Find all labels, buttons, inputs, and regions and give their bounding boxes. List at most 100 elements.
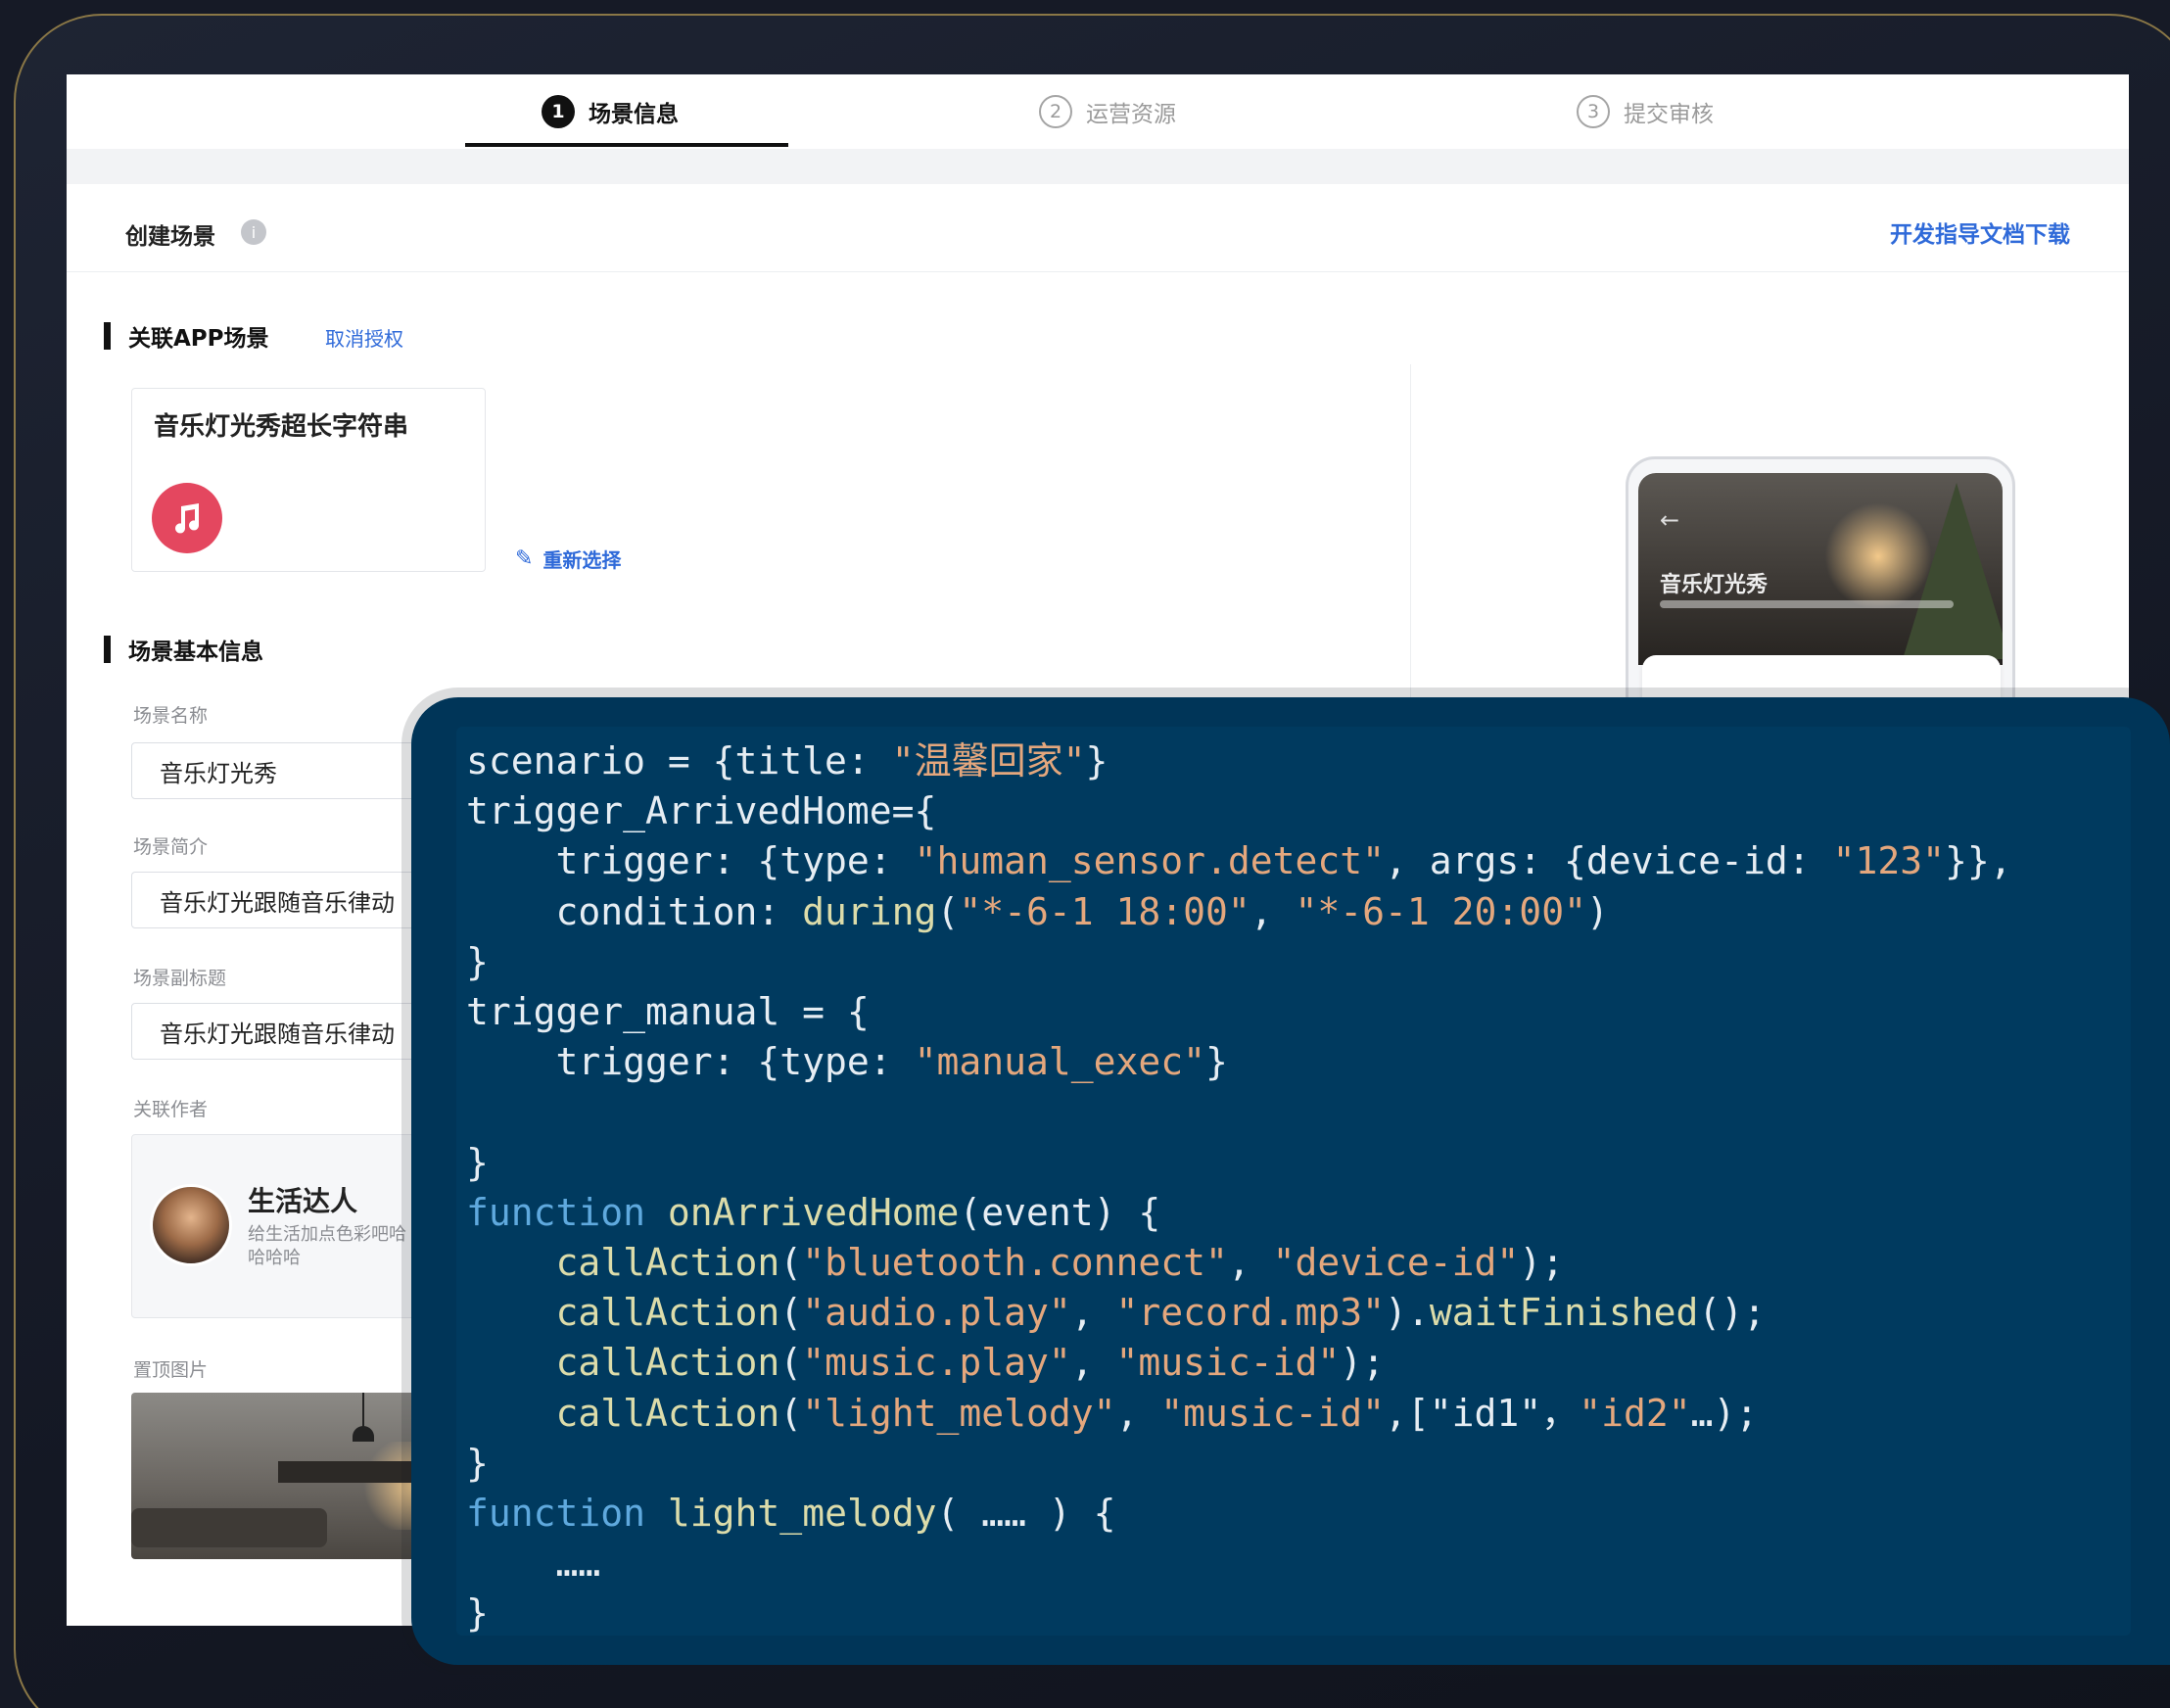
step-2-number: 2 bbox=[1039, 95, 1072, 128]
code-token: ) bbox=[1585, 889, 1609, 933]
scene-name-label: 场景名称 bbox=[133, 705, 209, 727]
code-line: callAction("light_melody", "music-id",["… bbox=[466, 1389, 2012, 1439]
code-line: function onArrivedHome(event) { bbox=[466, 1188, 2012, 1238]
code-line: scenario = {title: "温馨回家"} bbox=[466, 736, 2012, 786]
basic-section-header: 场景基本信息 bbox=[104, 633, 263, 666]
lamp-shade bbox=[353, 1426, 374, 1442]
step-1[interactable]: 1 场景信息 bbox=[542, 90, 679, 133]
code-line: callAction("music.play", "music-id"); bbox=[466, 1338, 2012, 1388]
code-token: , bbox=[1115, 1391, 1161, 1435]
author-name: 生活达人 bbox=[248, 1185, 358, 1217]
code-line: trigger: {type: "human_sensor.detect", a… bbox=[466, 836, 2012, 886]
code-token: "*-6-1 20:00" bbox=[1295, 889, 1586, 933]
code-panel: scenario = {title: "温馨回家"} trigger_Arrive… bbox=[411, 697, 2170, 1665]
code-token: waitFinished bbox=[1429, 1291, 1699, 1335]
code-token: ( bbox=[779, 1291, 803, 1335]
code-line: trigger_ArrivedHome={ bbox=[466, 786, 2012, 836]
section-marker bbox=[104, 636, 111, 663]
code-line: } bbox=[466, 937, 2012, 987]
cancel-authorization-link[interactable]: 取消授权 bbox=[325, 323, 403, 352]
code-line: trigger: {type: "manual_exec"} bbox=[466, 1037, 2012, 1087]
app-name: 音乐灯光秀超长字符串 bbox=[154, 412, 409, 442]
code-token: , bbox=[1250, 889, 1296, 933]
code-token: trigger: {type: bbox=[466, 1040, 915, 1084]
code-token: …); bbox=[1690, 1391, 1759, 1435]
code-line: } bbox=[466, 1589, 2012, 1638]
code-line: } bbox=[466, 1439, 2012, 1489]
code-token: light_melody bbox=[667, 1492, 937, 1536]
app-section-title: 关联APP场景 bbox=[128, 326, 269, 352]
code-token: } bbox=[1085, 739, 1109, 783]
code-token: "*-6-1 18:00" bbox=[959, 889, 1250, 933]
code-line: trigger_manual = { bbox=[466, 987, 2012, 1037]
reselect-button[interactable]: ✎ 重新选择 bbox=[515, 545, 621, 573]
code-token: ( bbox=[779, 1341, 803, 1385]
music-note-icon bbox=[152, 483, 222, 553]
banner-image-label: 置顶图片 bbox=[133, 1359, 209, 1381]
reselect-label: 重新选择 bbox=[542, 548, 622, 572]
code-token: "id2" bbox=[1579, 1391, 1691, 1435]
code-token: callAction bbox=[555, 1241, 780, 1285]
code-token: trigger: {type: bbox=[466, 839, 915, 883]
code-token: (); bbox=[1698, 1291, 1766, 1335]
code-token: trigger_ArrivedHome={ bbox=[466, 789, 937, 833]
code-token: ( bbox=[779, 1391, 803, 1435]
active-step-underline bbox=[465, 143, 788, 147]
title-row bbox=[67, 184, 2129, 272]
dev-doc-download-link[interactable]: 开发指导文档下载 bbox=[1890, 215, 2070, 249]
info-icon[interactable]: i bbox=[241, 219, 266, 245]
code-token: "record.mp3" bbox=[1115, 1291, 1386, 1335]
code-token: } bbox=[466, 1140, 489, 1184]
sofa bbox=[131, 1508, 327, 1547]
code-token: }}, bbox=[1944, 839, 2012, 883]
code-token: "manual_exec" bbox=[914, 1040, 1205, 1084]
code-token: (event) { bbox=[959, 1190, 1161, 1234]
code-token: , args: {device-id: bbox=[1385, 839, 1833, 883]
author-label: 关联作者 bbox=[133, 1099, 209, 1120]
scene-intro-label: 场景简介 bbox=[133, 836, 209, 858]
code-token: callAction bbox=[555, 1291, 780, 1335]
page-title: 创建场景 bbox=[125, 224, 215, 250]
step-1-number: 1 bbox=[542, 95, 575, 128]
code-token: callAction bbox=[555, 1391, 780, 1435]
code-token: } bbox=[466, 1441, 489, 1485]
code-token: function bbox=[466, 1190, 646, 1234]
code-token: during bbox=[802, 889, 937, 933]
step-3[interactable]: 3 提交审核 bbox=[1577, 90, 1714, 133]
step-2[interactable]: 2 运营资源 bbox=[1039, 90, 1176, 133]
code-line: } bbox=[466, 1138, 2012, 1188]
linked-app-card[interactable]: 音乐灯光秀超长字符串 bbox=[131, 388, 486, 572]
code-token: ); bbox=[1340, 1341, 1386, 1385]
step-3-number: 3 bbox=[1577, 95, 1610, 128]
code-token: "human_sensor.detect" bbox=[914, 839, 1385, 883]
code-token: trigger_manual = { bbox=[466, 990, 870, 1034]
code-token: } bbox=[466, 939, 489, 983]
preview-title: 音乐灯光秀 bbox=[1660, 573, 1769, 597]
code-token: "music.play" bbox=[802, 1341, 1071, 1385]
code-token: "music-id" bbox=[1115, 1341, 1341, 1385]
code-line: callAction("bluetooth.connect", "device-… bbox=[466, 1238, 2012, 1288]
author-description: 给生活加点色彩吧哈哈哈哈 bbox=[248, 1224, 406, 1268]
code-line: …… bbox=[466, 1539, 2012, 1589]
code-token: , bbox=[1070, 1341, 1116, 1385]
code-line: condition: during("*-6-1 18:00", "*-6-1 … bbox=[466, 887, 2012, 937]
code-token: ,["id1"， bbox=[1385, 1391, 1580, 1435]
christmas-tree bbox=[1903, 483, 2003, 659]
step-1-label: 场景信息 bbox=[589, 102, 679, 127]
code-token: callAction bbox=[555, 1341, 780, 1385]
scene-subtitle-label: 场景副标题 bbox=[133, 968, 227, 989]
code-token: ); bbox=[1519, 1241, 1565, 1285]
phone-preview-hero: ← 音乐灯光秀 bbox=[1638, 473, 2003, 665]
code-token: function bbox=[466, 1492, 646, 1536]
back-arrow-icon[interactable]: ← bbox=[1660, 506, 1679, 534]
code-token: condition: bbox=[466, 889, 803, 933]
code-token: ( …… ) { bbox=[936, 1492, 1116, 1536]
code-token: onArrivedHome bbox=[667, 1190, 960, 1234]
code-token: "温馨回家" bbox=[891, 739, 1086, 783]
code-token: …… bbox=[466, 1542, 601, 1586]
